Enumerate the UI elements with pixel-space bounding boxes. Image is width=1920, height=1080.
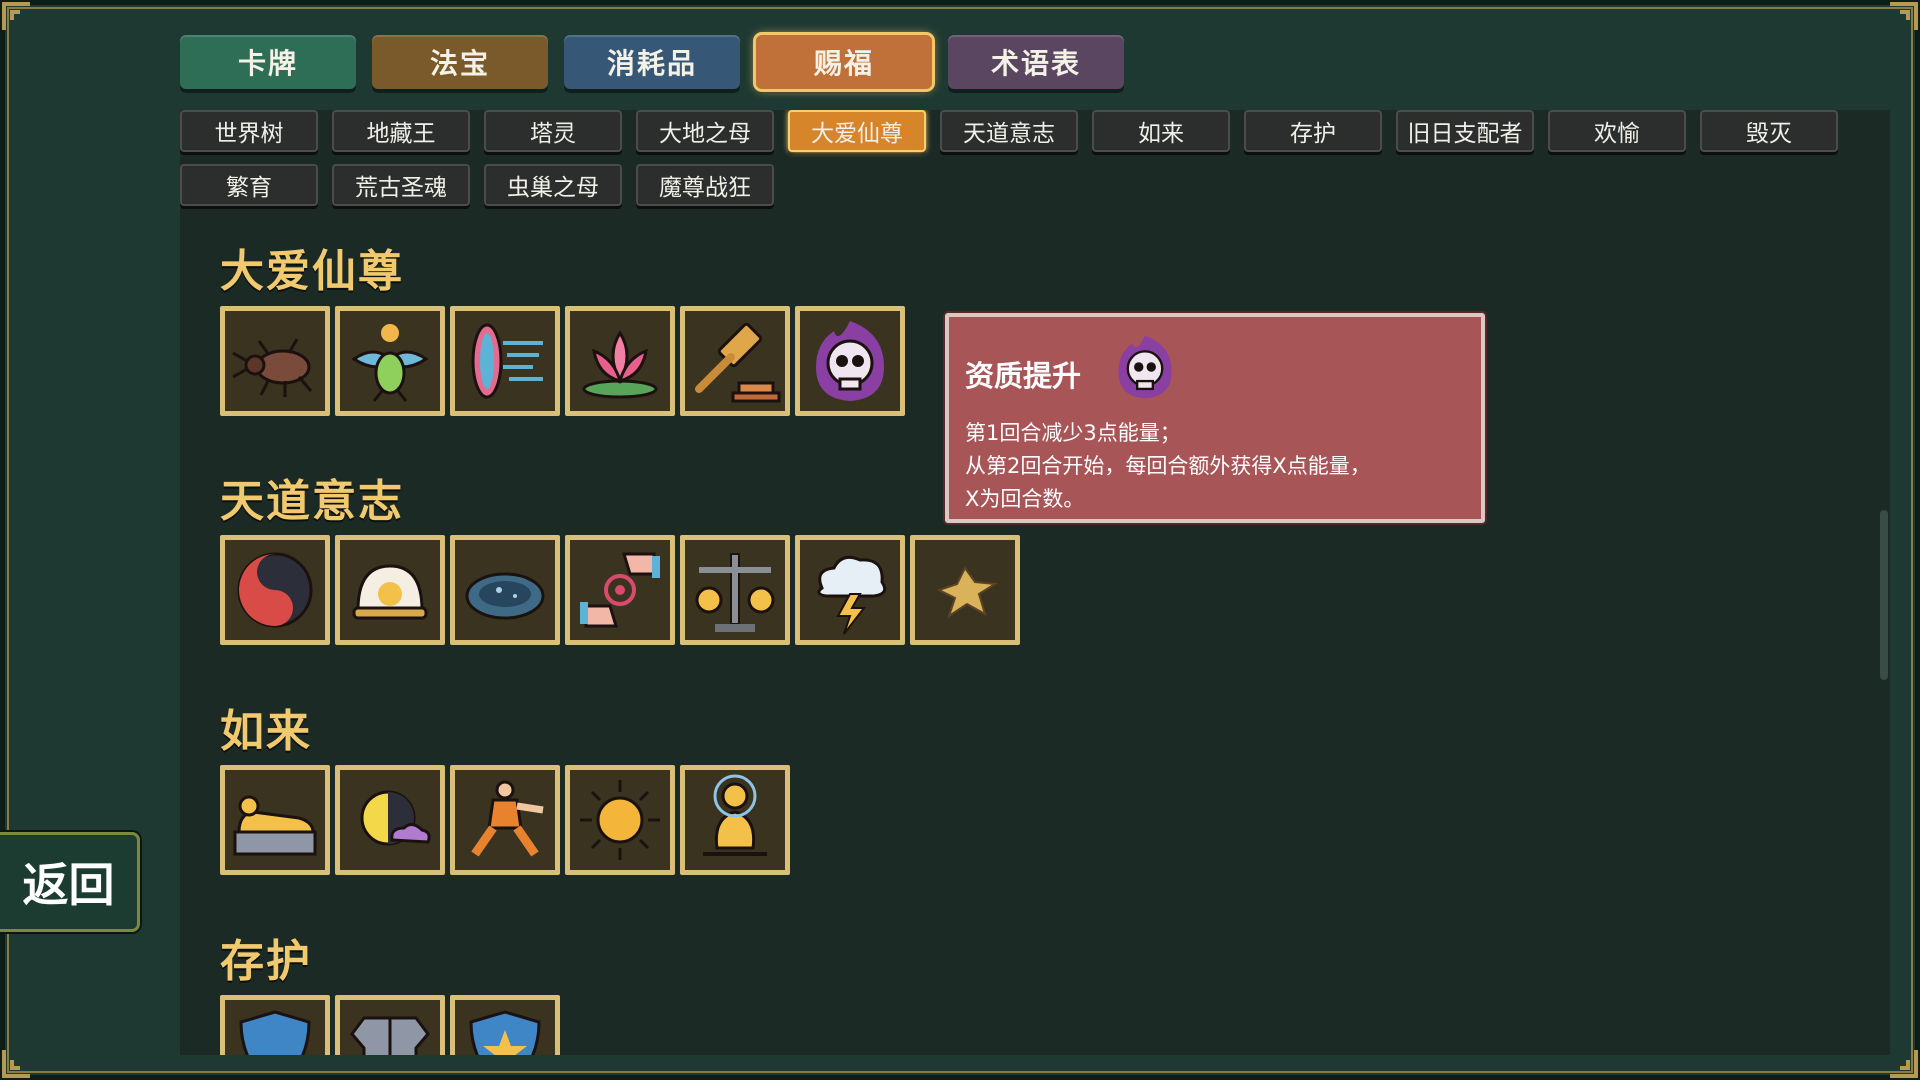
purple-skull-icon (1109, 331, 1181, 403)
ornament-corner-icon (1886, 0, 1920, 34)
ornament-corner-icon (1886, 1046, 1920, 1080)
scrollbar[interactable] (1880, 510, 1888, 680)
sub-tab-ksitigarbha[interactable]: 地藏王 (332, 110, 470, 152)
yin-yang-fish-icon[interactable] (220, 535, 330, 645)
beetle-icon[interactable] (220, 306, 330, 416)
section-title: 存护 (220, 936, 312, 987)
sun-icon[interactable] (565, 765, 675, 875)
monk-fighter-icon[interactable] (450, 765, 560, 875)
icon-row (220, 306, 905, 416)
moon-cloud-icon[interactable] (335, 765, 445, 875)
speed-shield-icon[interactable] (450, 306, 560, 416)
sub-tab-tathagata[interactable]: 如来 (1092, 110, 1230, 152)
lotus-icon[interactable] (565, 306, 675, 416)
star-shield-icon[interactable] (450, 995, 560, 1055)
sub-tab-heavenly-will[interactable]: 天道意志 (940, 110, 1078, 152)
scarab-icon[interactable] (335, 306, 445, 416)
icon-row (220, 765, 790, 875)
section-title: 如来 (220, 706, 312, 757)
tooltip-line: 第1回合减少3点能量； (965, 421, 1181, 445)
main-tab-bar: 卡牌 法宝 消耗品 赐福 术语表 (180, 32, 1124, 92)
tab-blessings[interactable]: 赐福 (753, 32, 935, 92)
section-title: 天道意志 (220, 476, 404, 527)
blue-shield-icon[interactable] (220, 995, 330, 1055)
icon-row (220, 995, 560, 1055)
tab-glossary[interactable]: 术语表 (948, 35, 1124, 89)
sub-tab-old-ones[interactable]: 旧日支配者 (1396, 110, 1534, 152)
back-button[interactable]: 返回 (0, 832, 140, 932)
sub-tab-propagation[interactable]: 繁育 (180, 164, 318, 206)
sub-tab-tower-spirit[interactable]: 塔灵 (484, 110, 622, 152)
purple-skull-icon[interactable] (795, 306, 905, 416)
blessing-content-panel: 世界树 地藏王 塔灵 大地之母 大爱仙尊 天道意志 如来 存护 旧日支配者 欢愉… (180, 110, 1890, 1055)
tooltip-description: 第1回合减少3点能量； 从第2回合开始，每回合额外获得X点能量， X为回合数。 (965, 417, 1371, 516)
thunder-cloud-icon[interactable] (795, 535, 905, 645)
tooltip-title: 资质提升 (965, 359, 1082, 393)
sub-tab-great-love-immortal[interactable]: 大爱仙尊 (788, 110, 926, 152)
sub-tab-destruction[interactable]: 毁灭 (1700, 110, 1838, 152)
reclining-buddha-icon[interactable] (220, 765, 330, 875)
sub-tab-earth-mother[interactable]: 大地之母 (636, 110, 774, 152)
crack-icon[interactable] (910, 535, 1020, 645)
ornament-corner-icon (0, 0, 34, 34)
tab-cards[interactable]: 卡牌 (180, 35, 356, 89)
blessing-tooltip: 资质提升 第1回合减少3点能量； 从第2回合开始，每回合额外获得X点能量， X为… (945, 313, 1485, 523)
sub-tab-demon-berserker[interactable]: 魔尊战狂 (636, 164, 774, 206)
sub-tab-elation[interactable]: 欢愉 (1548, 110, 1686, 152)
golden-sun-orb-icon[interactable] (335, 535, 445, 645)
sub-tab-hive-mother[interactable]: 虫巢之母 (484, 164, 622, 206)
balance-scale-icon[interactable] (680, 535, 790, 645)
tooltip-line: 从第2回合开始，每回合额外获得X点能量， (965, 454, 1371, 478)
tab-treasures[interactable]: 法宝 (372, 35, 548, 89)
meditating-buddha-icon[interactable] (680, 765, 790, 875)
hands-target-icon[interactable] (565, 535, 675, 645)
ornament-corner-icon (0, 1046, 34, 1080)
sub-tab-world-tree[interactable]: 世界树 (180, 110, 318, 152)
icon-row (220, 535, 1020, 645)
tooltip-line: X为回合数。 (965, 487, 1085, 511)
dark-orb-icon[interactable] (450, 535, 560, 645)
gavel-icon[interactable] (680, 306, 790, 416)
sub-tab-preservation[interactable]: 存护 (1244, 110, 1382, 152)
sub-tab-ancient-soul[interactable]: 荒古圣魂 (332, 164, 470, 206)
tab-consumables[interactable]: 消耗品 (564, 35, 740, 89)
section-title: 大爱仙尊 (220, 246, 404, 297)
armor-icon[interactable] (335, 995, 445, 1055)
